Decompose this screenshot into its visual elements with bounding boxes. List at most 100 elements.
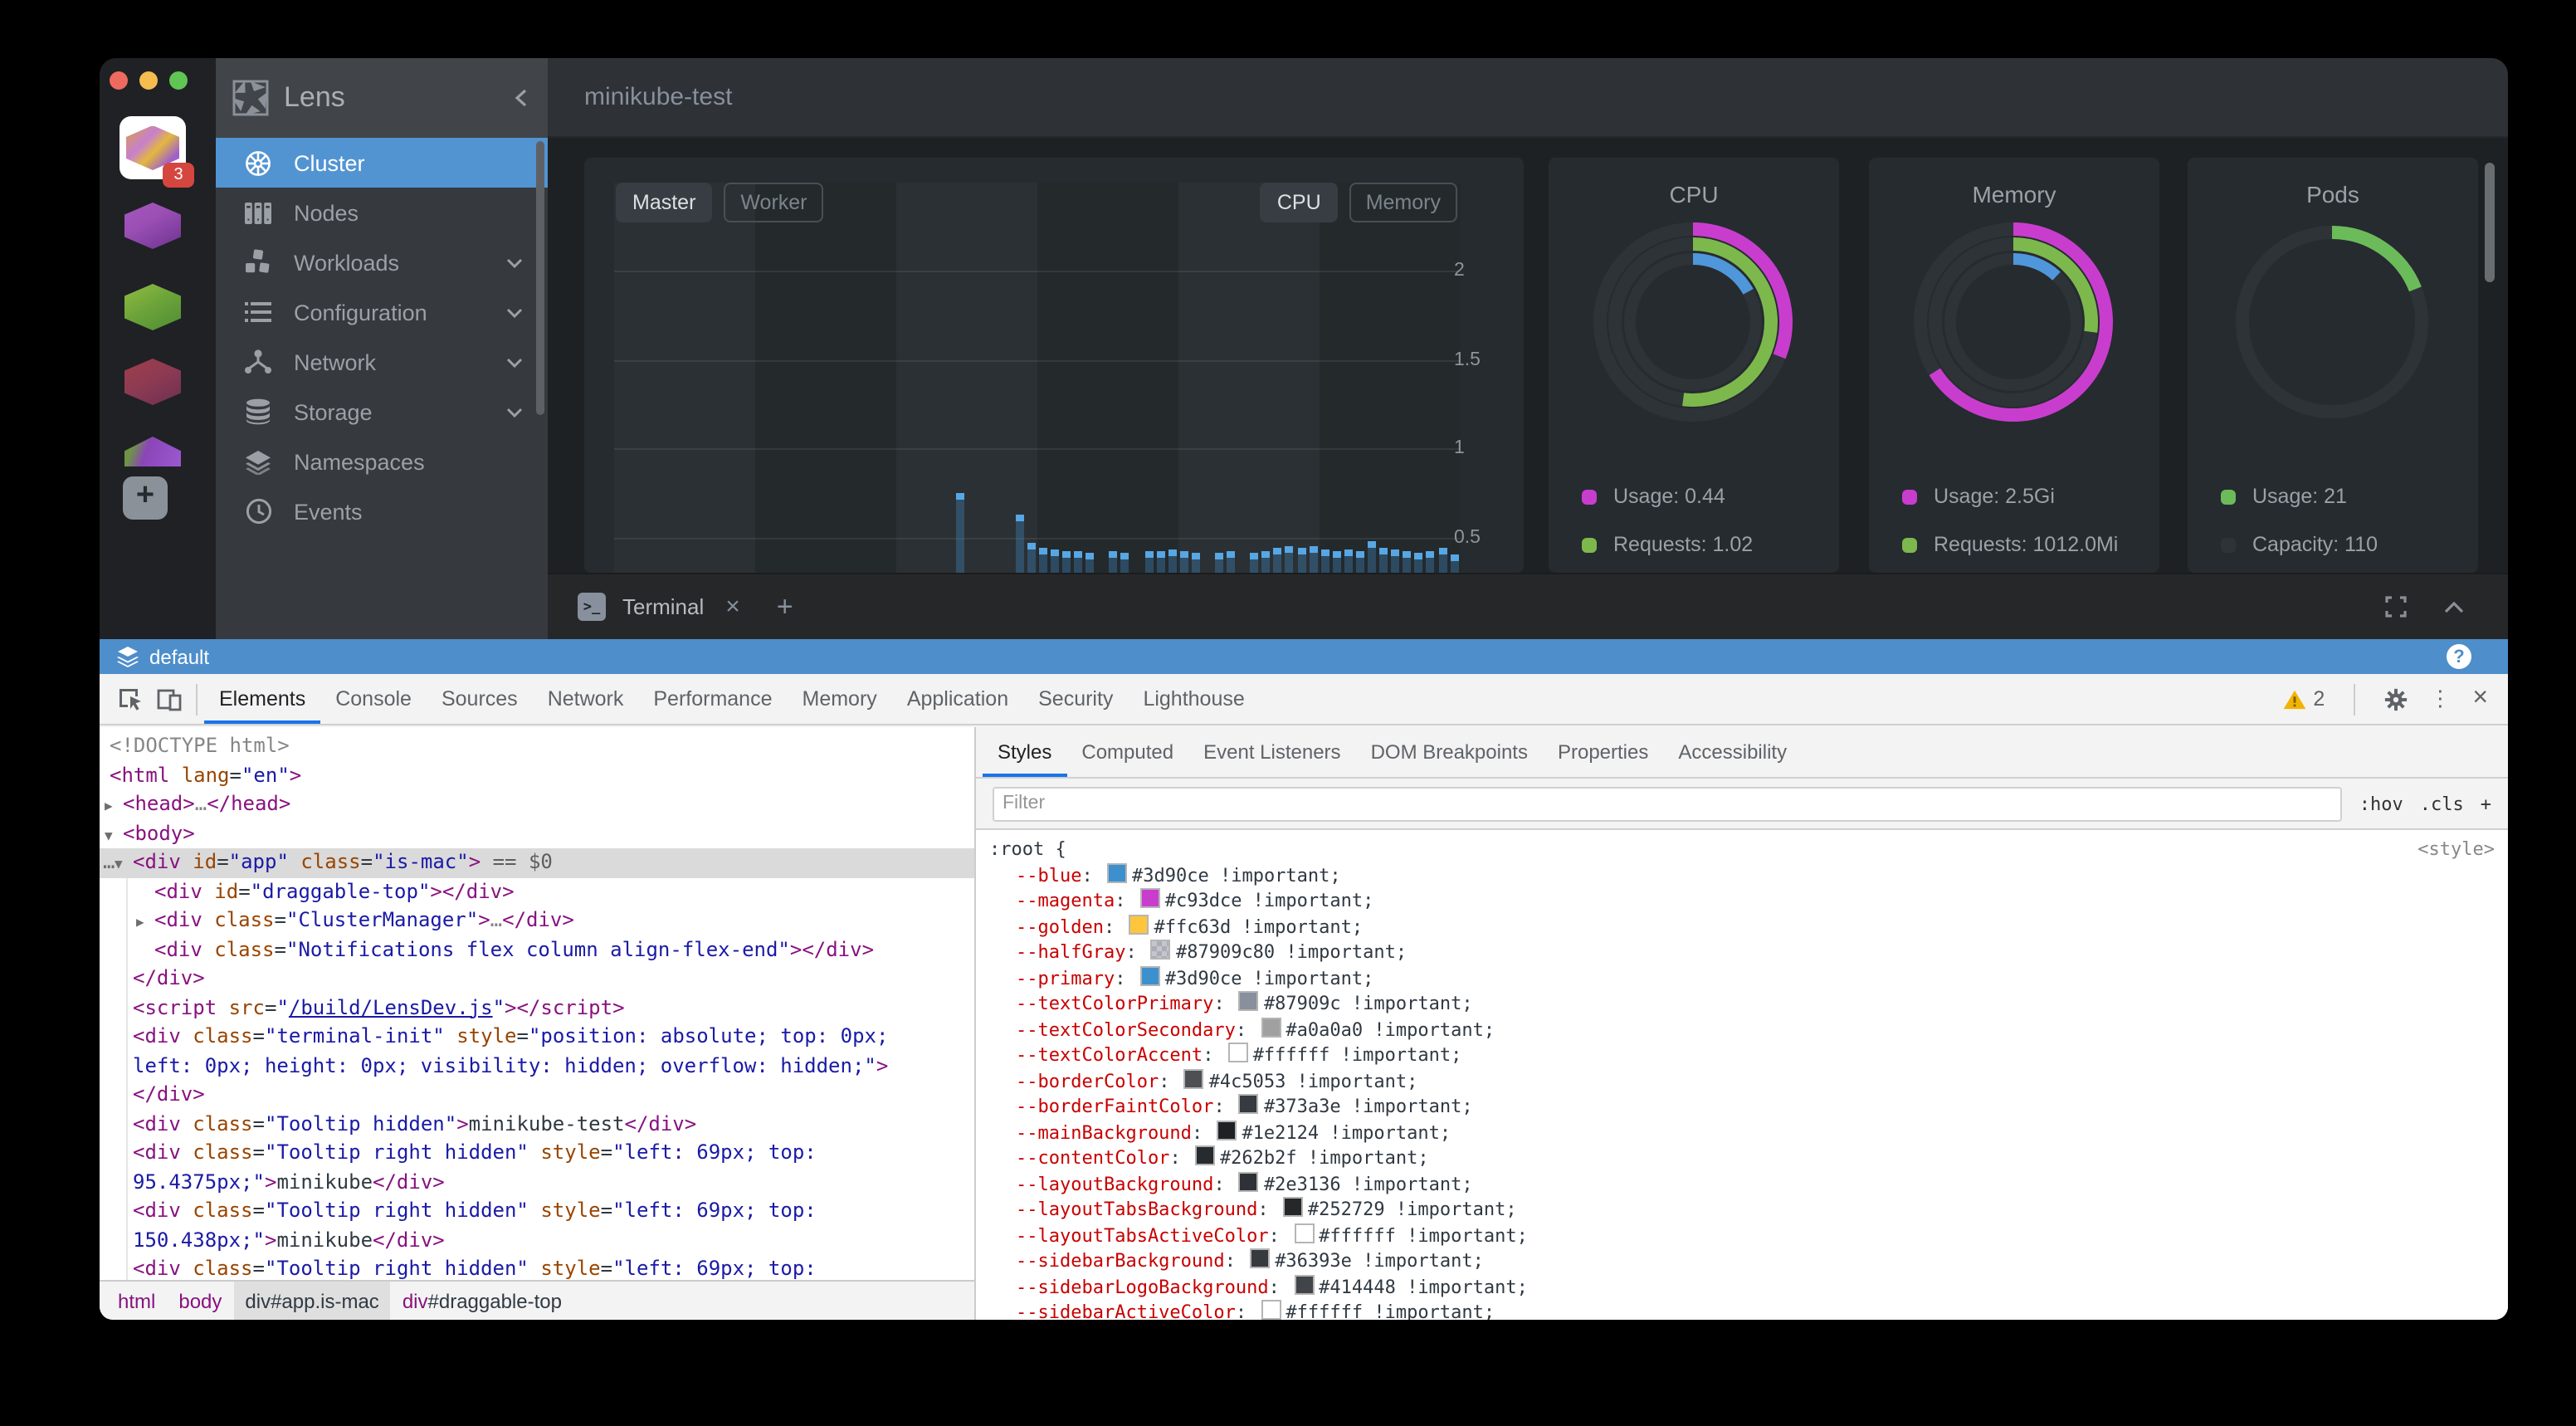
cluster-icon-5[interactable]	[123, 437, 183, 466]
devtools-tab-sources[interactable]: Sources	[427, 674, 533, 724]
dom-tree-line[interactable]: <!DOCTYPE html>	[100, 732, 974, 761]
css-declaration[interactable]: --sidebarBackground: #36393e !important;	[976, 1248, 2508, 1274]
dom-tree-line[interactable]: 150.438px;">minikube</div>	[100, 1226, 974, 1255]
css-declaration[interactable]: --blue: #3d90ce !important;	[976, 862, 2508, 888]
inspect-element-icon[interactable]	[110, 679, 149, 719]
help-button[interactable]: ?	[2447, 644, 2471, 669]
devtools-tab-performance[interactable]: Performance	[638, 674, 787, 724]
styles-tab-dom-breakpoints[interactable]: DOM Breakpoints	[1356, 727, 1543, 777]
sidebar-item-workloads[interactable]: Workloads	[216, 237, 548, 287]
zoom-window-button[interactable]	[169, 71, 188, 90]
more-options-icon[interactable]: ⋮	[2429, 686, 2451, 712]
css-declaration[interactable]: --layoutTabsActiveColor: #ffffff !import…	[976, 1223, 2508, 1248]
metric-tab-cpu-button[interactable]: CPU	[1261, 183, 1338, 222]
css-declaration[interactable]: --sidebarLogoBackground: #414448 !import…	[976, 1274, 2508, 1300]
color-swatch[interactable]	[1140, 965, 1160, 985]
cluster-icon-active[interactable]: 3	[120, 116, 186, 179]
dom-tree-line[interactable]: …▼<div id="app" class="is-mac"> == $0	[100, 848, 974, 877]
toggle-classes-button[interactable]: .cls	[2420, 793, 2464, 814]
styles-filter-input[interactable]	[993, 786, 2343, 821]
expand-arrow-open-icon[interactable]: ▼	[115, 850, 123, 879]
css-declaration[interactable]: --contentColor: #262b2f !important;	[976, 1145, 2508, 1171]
color-swatch[interactable]	[1239, 991, 1259, 1011]
css-declaration[interactable]: --layoutTabsBackground: #252729 !importa…	[976, 1197, 2508, 1223]
dom-tree-line[interactable]: left: 0px; height: 0px; visibility: hidd…	[100, 1052, 974, 1081]
toggle-hover-state-button[interactable]: :hov	[2359, 793, 2403, 814]
breadcrumb-item[interactable]: div#draggable-top	[391, 1281, 573, 1320]
color-swatch[interactable]	[1129, 914, 1149, 934]
sidebar-item-cluster[interactable]: Cluster	[216, 138, 548, 188]
cluster-icon-4[interactable]	[123, 359, 183, 405]
cluster-icon-2[interactable]	[123, 203, 183, 249]
content-scrollbar[interactable]	[2485, 163, 2495, 282]
cluster-icon-3[interactable]	[123, 284, 183, 330]
node-tab-worker-button[interactable]: Worker	[724, 183, 823, 222]
css-declaration[interactable]: --sidebarActiveColor: #ffffff !important…	[976, 1300, 2508, 1320]
color-swatch[interactable]	[1294, 1223, 1314, 1243]
dom-tree-line[interactable]: 95.4375px;">minikube</div>	[100, 1168, 974, 1197]
dom-tree-line[interactable]: <div class="Tooltip right hidden" style=…	[100, 1197, 974, 1226]
color-swatch[interactable]	[1217, 1120, 1237, 1140]
dom-tree-line[interactable]: <div class="terminal-init" style="positi…	[100, 1023, 974, 1052]
color-swatch[interactable]	[1250, 1248, 1270, 1268]
devtools-tab-network[interactable]: Network	[533, 674, 639, 724]
dom-tree-line[interactable]: <div id="draggable-top"></div>	[100, 877, 974, 906]
metric-tab-memory-button[interactable]: Memory	[1349, 183, 1457, 222]
color-swatch[interactable]	[1294, 1274, 1314, 1294]
css-declaration[interactable]: --magenta: #c93dce !important;	[976, 888, 2508, 914]
fullscreen-icon[interactable]	[2385, 596, 2407, 618]
close-terminal-icon[interactable]: ×	[725, 593, 740, 621]
devtools-tab-security[interactable]: Security	[1023, 674, 1128, 724]
sidebar-item-nodes[interactable]: Nodes	[216, 188, 548, 237]
expand-arrow-closed-icon[interactable]: ▶	[105, 792, 113, 821]
css-declaration[interactable]: --textColorPrimary: #87909c !important;	[976, 991, 2508, 1017]
css-declaration[interactable]: --textColorSecondary: #a0a0a0 !important…	[976, 1017, 2508, 1043]
dom-tree-line[interactable]: ▶<head>…</head>	[100, 790, 974, 819]
sidebar-item-configuration[interactable]: Configuration	[216, 287, 548, 337]
devtools-tab-application[interactable]: Application	[892, 674, 1023, 724]
settings-gear-icon[interactable]	[2383, 686, 2408, 711]
dom-tree-line[interactable]: </div>	[100, 1081, 974, 1110]
minimize-window-button[interactable]	[139, 71, 158, 90]
dom-tree-line[interactable]: <div class="Notifications flex column al…	[100, 935, 974, 965]
close-window-button[interactable]	[110, 71, 128, 90]
sidebar-item-storage[interactable]: Storage	[216, 387, 548, 437]
new-style-rule-button[interactable]: +	[2481, 793, 2491, 814]
expand-arrow-open-icon[interactable]: ▼	[105, 821, 113, 850]
color-swatch[interactable]	[1261, 1017, 1281, 1037]
color-swatch[interactable]	[1151, 940, 1171, 960]
css-declaration[interactable]: --borderFaintColor: #373a3e !important;	[976, 1094, 2508, 1120]
color-swatch[interactable]	[1261, 1300, 1281, 1320]
css-declaration[interactable]: --primary: #3d90ce !important;	[976, 965, 2508, 991]
styles-tab-properties[interactable]: Properties	[1543, 727, 1663, 777]
namespace-label[interactable]: default	[149, 645, 209, 668]
color-swatch[interactable]	[1140, 888, 1160, 908]
color-swatch[interactable]	[1107, 862, 1127, 882]
node-tab-master-button[interactable]: Master	[616, 183, 712, 222]
color-swatch[interactable]	[1283, 1197, 1303, 1217]
dom-tree-line[interactable]: <div class="Tooltip right hidden" style=…	[100, 1255, 974, 1280]
style-source-tag[interactable]: <style>	[2417, 837, 2495, 862]
terminal-tab[interactable]: Terminal	[622, 594, 704, 619]
console-warnings-button[interactable]: 2	[2281, 687, 2325, 711]
sidebar-item-events[interactable]: Events	[216, 486, 548, 536]
dom-tree-line[interactable]: <div class="Tooltip hidden">minikube-tes…	[100, 1110, 974, 1139]
css-declaration[interactable]: --halfGray: #87909c80 !important;	[976, 940, 2508, 965]
expand-arrow-closed-icon[interactable]: ▶	[136, 908, 144, 937]
css-declaration[interactable]: --textColorAccent: #ffffff !important;	[976, 1043, 2508, 1068]
devtools-tab-lighthouse[interactable]: Lighthouse	[1128, 674, 1259, 724]
collapse-dock-icon[interactable]	[2443, 600, 2465, 613]
breadcrumb-item[interactable]: html	[106, 1281, 167, 1320]
css-declaration[interactable]: --mainBackground: #1e2124 !important;	[976, 1120, 2508, 1145]
css-declaration[interactable]: --layoutBackground: #2e3136 !important;	[976, 1171, 2508, 1197]
styles-tab-computed[interactable]: Computed	[1066, 727, 1188, 777]
styles-tab-styles[interactable]: Styles	[983, 727, 1066, 777]
color-swatch[interactable]	[1239, 1094, 1259, 1114]
breadcrumb-item[interactable]: div#app.is-mac	[233, 1281, 390, 1320]
sidebar-item-namespaces[interactable]: Namespaces	[216, 437, 548, 486]
styles-tab-accessibility[interactable]: Accessibility	[1663, 727, 1802, 777]
close-devtools-icon[interactable]: ×	[2472, 684, 2488, 714]
devtools-tab-console[interactable]: Console	[320, 674, 427, 724]
new-terminal-icon[interactable]: +	[777, 590, 793, 623]
styles-tab-event-listeners[interactable]: Event Listeners	[1188, 727, 1355, 777]
